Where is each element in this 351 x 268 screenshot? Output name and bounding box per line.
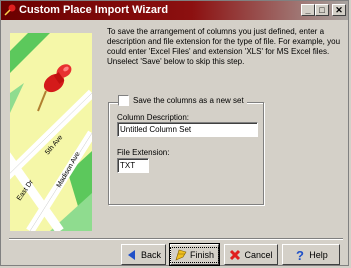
save-columns-checkbox-row[interactable]: Save the columns as a new set [118,95,247,106]
cancel-button[interactable]: Cancel [224,244,278,265]
back-arrow-icon [127,249,135,260]
back-button-label: Back [140,249,161,260]
close-icon: ✕ [335,5,343,15]
save-columns-label[interactable]: Save the columns as a new set [133,96,244,105]
window-title: Custom Place Import Wizard [19,4,169,16]
minimize-icon: _ [305,5,311,15]
finish-focus-rect: Finish [170,246,220,263]
cancel-button-label: Cancel [244,249,273,260]
help-question-icon: ? [296,249,304,261]
back-button[interactable]: Back [121,244,166,265]
finish-flag-icon [175,249,187,261]
minimize-button[interactable]: _ [301,4,315,16]
finish-button-label: Finish [190,249,215,260]
cancel-x-icon [230,249,241,260]
maximize-button[interactable]: □ [315,4,329,16]
help-button-label: Help [309,249,328,260]
maximize-icon: □ [319,5,325,15]
button-separator [9,238,343,240]
help-button[interactable]: ? Help [282,244,340,265]
map-illustration: 5th Ave Madison Ave East Dr [10,33,92,231]
file-extension-label: File Extension: [117,148,170,157]
save-columns-checkbox[interactable] [118,95,129,106]
app-pin-icon [4,4,16,16]
close-button[interactable]: ✕ [332,4,346,16]
column-description-input[interactable]: Untitled Column Set [117,122,258,137]
file-extension-input[interactable]: TXT [117,158,149,173]
title-bar[interactable]: Custom Place Import Wizard _ □ ✕ [1,1,348,20]
svg-text:?: ? [296,249,304,261]
finish-button[interactable]: Finish [169,243,220,266]
column-description-label: Column Description: [117,113,190,122]
wizard-window: Custom Place Import Wizard _ □ ✕ 5th Ave… [0,0,349,266]
instructions-text: To save the arrangement of columns you j… [107,27,341,66]
